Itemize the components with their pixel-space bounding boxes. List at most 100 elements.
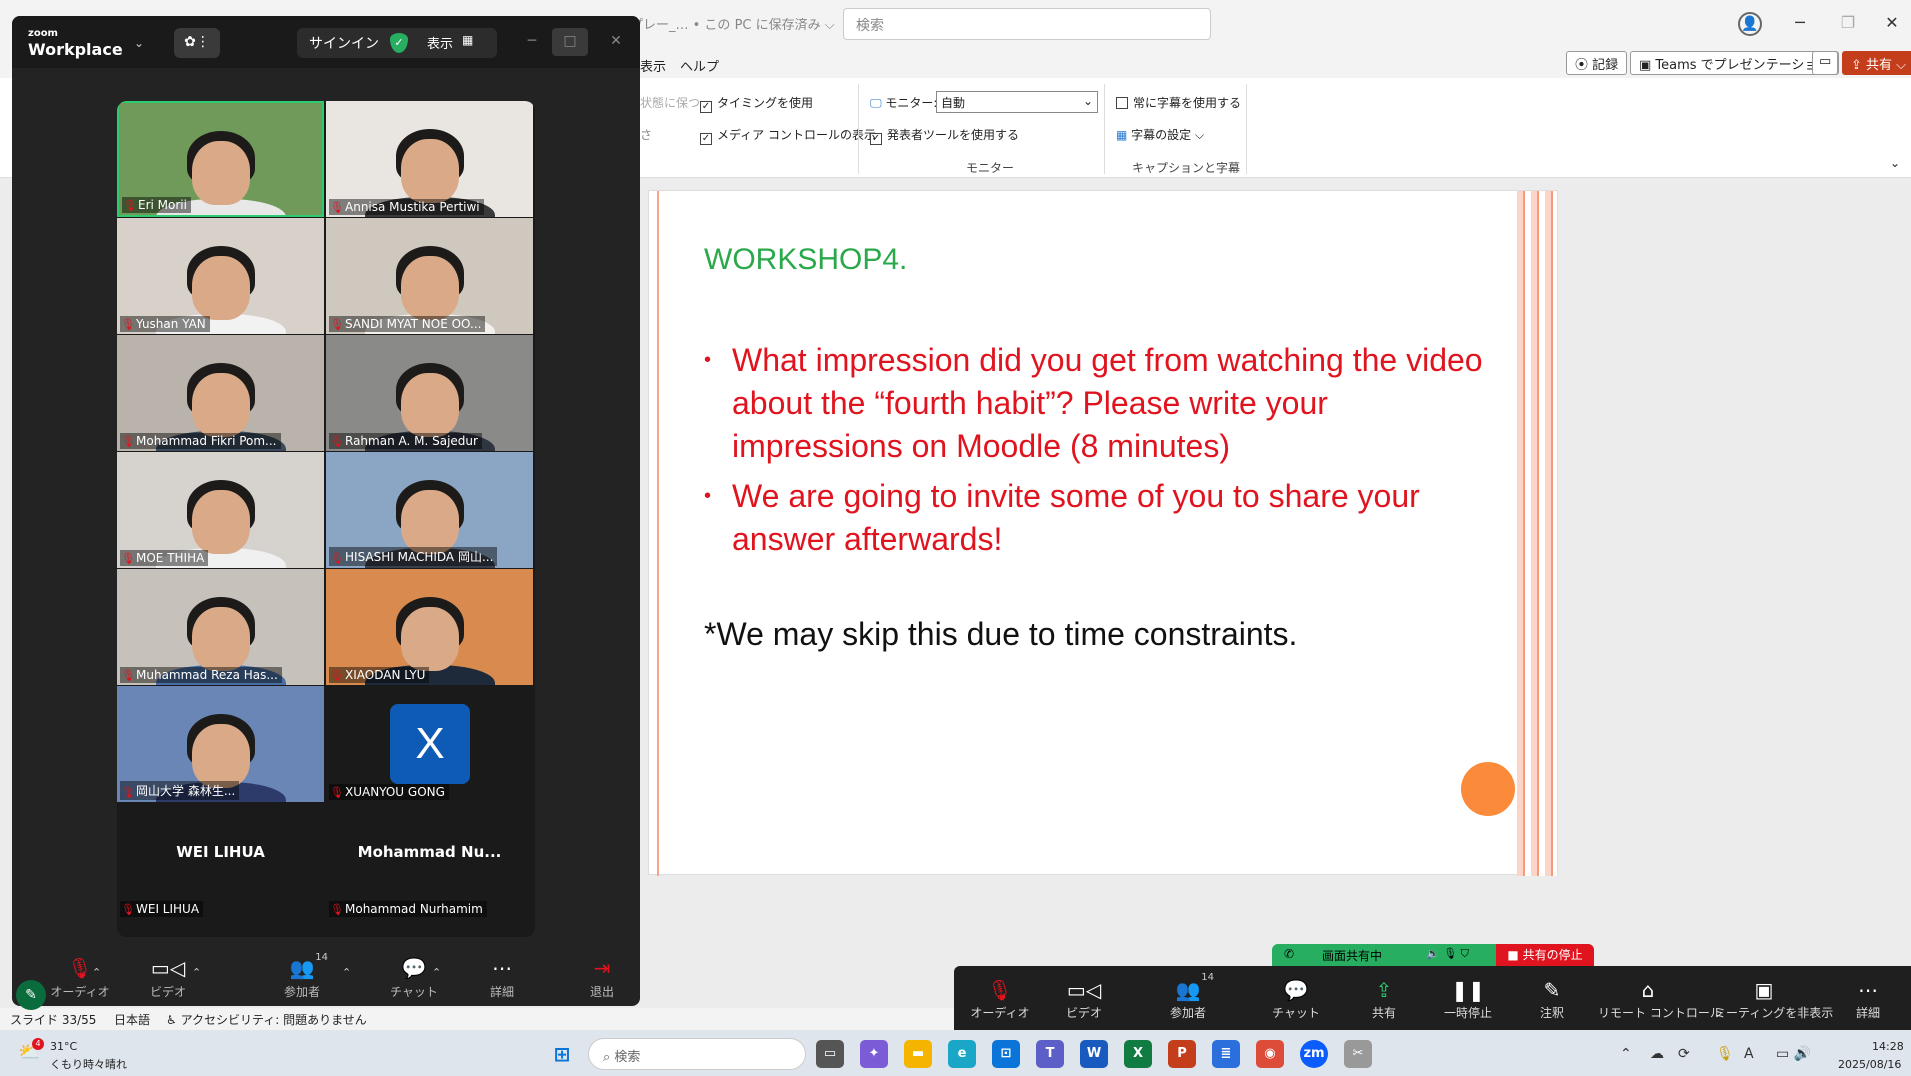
apps-paw-icon[interactable]: ✿⋮ xyxy=(174,28,220,58)
more-button[interactable]: ⋯ 詳細 xyxy=(472,956,532,1000)
participants-button[interactable]: 👥 14 参加者 xyxy=(272,952,332,1000)
media-controls-label: メディア コントロールの表示 xyxy=(717,128,876,142)
keep-state-option[interactable]: 状態に保つ xyxy=(640,94,700,111)
participant-tile[interactable]: X XUANYOU GONG 🎙 xyxy=(326,686,533,802)
windows-start-icon[interactable]: ⊞ xyxy=(548,1040,576,1068)
participant-tile[interactable]: XIAODAN LYU 🎙 xyxy=(326,569,533,685)
caption-settings-label: 字幕の設定 ⌵ xyxy=(1131,128,1205,142)
clock-date[interactable]: 2025/08/16 xyxy=(1838,1058,1901,1071)
bullet-dot-icon: • xyxy=(704,349,712,371)
snipping-tool-icon[interactable]: ✂ xyxy=(1344,1040,1372,1068)
participants-options-caret-icon[interactable]: ⌃ xyxy=(342,966,351,979)
participant-tile[interactable]: 岡山大学 森林生... 🎙 xyxy=(117,686,324,802)
media-controls-checkbox[interactable]: ✓ メディア コントロールの表示 xyxy=(700,126,876,145)
annotate-pencil-icon[interactable]: ✎ xyxy=(16,980,46,1010)
always-captions-checkbox[interactable]: 常に字幕を使用する xyxy=(1116,94,1241,111)
chevron-down-icon: ⌄ xyxy=(1082,94,1093,108)
network-volume-icon[interactable]: ▭ 🔊 xyxy=(1776,1046,1811,1062)
participant-tile[interactable]: Eri Morii 🎙 xyxy=(117,101,324,217)
stop-share-button[interactable]: ■ 共有の停止 xyxy=(1496,944,1594,966)
captions-group-label: キャプションと字幕 xyxy=(1132,161,1241,175)
sync-icon[interactable]: ⟳ xyxy=(1678,1046,1690,1062)
minimize-button[interactable]: ─ xyxy=(514,28,550,56)
mic-tray-icon[interactable]: 🎙 xyxy=(1716,1046,1734,1062)
participant-name: Muhammad Reza Has... xyxy=(120,667,282,683)
ribbon-collapse-icon[interactable]: ⌄ xyxy=(1890,156,1900,170)
share-chat-button[interactable]: 💬 チャット xyxy=(1246,978,1346,1021)
zoom-app-icon[interactable]: zm xyxy=(1300,1040,1328,1068)
slide-canvas[interactable]: WORKSHOP4. • What impression did you get … xyxy=(648,190,1558,876)
participant-tile[interactable]: Annisa Mustika Pertiwi 🎙 xyxy=(326,101,533,217)
view-button[interactable]: 表示 xyxy=(427,33,453,52)
hide-meeting-button[interactable]: ▣ ミーティングを非表示 xyxy=(1714,978,1833,1021)
participant-tile[interactable]: Mohammad Fikri Pom... 🎙 xyxy=(117,335,324,451)
cloud-icon[interactable]: ☁ xyxy=(1650,1046,1664,1062)
annotate-button[interactable]: ✎ 注釈 xyxy=(1502,978,1602,1021)
restore-button[interactable]: ❐ xyxy=(1828,8,1868,40)
task-view-icon[interactable]: ▭ xyxy=(816,1040,844,1068)
teams-present-button[interactable]: ▣ Teams でプレゼンテーション xyxy=(1630,51,1840,75)
hide-meeting-label: ミーティングを非表示 xyxy=(1714,1006,1834,1020)
ime-icon[interactable]: A xyxy=(1744,1046,1754,1062)
tray-overflow-icon[interactable]: ⌃ xyxy=(1620,1046,1632,1062)
caption-settings-button[interactable]: ▦ 字幕の設定 ⌵ xyxy=(1116,126,1204,143)
mic-muted-icon: 🎙 xyxy=(121,903,135,916)
file-explorer-icon[interactable]: ▬ xyxy=(904,1040,932,1068)
slide-note: *We may skip this due to time constraint… xyxy=(704,616,1298,652)
mic-muted-icon: 🎙 xyxy=(121,435,135,448)
audio-options-caret-icon[interactable]: ⌃ xyxy=(92,966,101,979)
always-captions-label: 常に字幕を使用する xyxy=(1133,96,1242,110)
chrome-icon[interactable]: ◉ xyxy=(1256,1040,1284,1068)
video-button[interactable]: ▭◁ ビデオ xyxy=(138,956,198,1000)
remote-control-button[interactable]: ⌂ リモート コントロール xyxy=(1598,978,1722,1021)
participant-tile[interactable]: Yushan YAN 🎙 xyxy=(117,218,324,334)
taskbar-search[interactable]: ⌕ 検索 xyxy=(588,1038,806,1070)
participant-tile[interactable]: Muhammad Reza Has... 🎙 xyxy=(117,569,324,685)
store-icon[interactable]: ⊡ xyxy=(992,1040,1020,1068)
close-button[interactable]: ✕ xyxy=(598,28,634,56)
word-icon[interactable]: W xyxy=(1080,1040,1108,1068)
participant-face xyxy=(191,607,250,671)
teams-icon[interactable]: T xyxy=(1036,1040,1064,1068)
teams-label: Teams でプレゼンテーション xyxy=(1655,58,1831,73)
timing-checkbox[interactable]: ✓ タイミングを使用 xyxy=(700,94,813,113)
maximize-button[interactable]: □ xyxy=(552,28,588,56)
participant-tile[interactable]: MOE THIHA 🎙 xyxy=(117,452,324,568)
chevron-down-icon[interactable]: ⌄ xyxy=(134,36,144,50)
menu-view[interactable]: 表示 xyxy=(640,56,666,75)
presenter-tools-checkbox[interactable]: ✓ 発表者ツールを使用する xyxy=(870,126,1019,145)
share-video-button[interactable]: ▭◁ ビデオ xyxy=(1034,978,1134,1021)
accessibility-status[interactable]: ♿ アクセシビリティ: 問題ありません xyxy=(166,1011,367,1028)
video-options-caret-icon[interactable]: ⌃ xyxy=(192,966,201,979)
clock-time[interactable]: 14:28 xyxy=(1872,1040,1904,1053)
share-participants-button[interactable]: 👥 14 参加者 xyxy=(1138,972,1238,1021)
menu-help[interactable]: ヘルプ xyxy=(680,56,719,75)
chat-options-caret-icon[interactable]: ⌃ xyxy=(432,966,441,979)
share-button[interactable]: ⇪ 共有 ⌵ xyxy=(1842,51,1911,75)
participant-tile[interactable]: HISASHI MACHIDA 岡山... 🎙 xyxy=(326,452,533,568)
monitor-select[interactable]: 自動 ⌄ xyxy=(936,91,1098,113)
document-name[interactable]: プレー_… • この PC に保存済み ⌵ xyxy=(630,14,835,33)
copilot-icon[interactable]: ✦ xyxy=(860,1040,888,1068)
bullet-dot-icon: • xyxy=(704,485,712,507)
record-button[interactable]: ⦿ 記録 xyxy=(1566,51,1628,75)
grid-icon[interactable]: ▦ xyxy=(462,33,473,47)
close-button[interactable]: ✕ xyxy=(1872,8,1911,40)
participant-tile[interactable]: SANDI MYAT NOE OO... 🎙 xyxy=(326,218,533,334)
participant-tile[interactable]: WEI LIHUA WEI LIHUA 🎙 xyxy=(117,803,324,919)
powerpoint-icon[interactable]: P xyxy=(1168,1040,1196,1068)
comments-button[interactable]: ▭ xyxy=(1812,51,1839,75)
edge-icon[interactable]: e xyxy=(948,1040,976,1068)
minimize-button[interactable]: ─ xyxy=(1780,8,1820,40)
notepad-icon[interactable]: ≣ xyxy=(1212,1040,1240,1068)
excel-icon[interactable]: X xyxy=(1124,1040,1152,1068)
ppt-search-input[interactable]: 検索 xyxy=(843,8,1211,40)
leave-button[interactable]: ⇥ 退出 xyxy=(572,956,632,1000)
slide-counter: スライド 33/55 xyxy=(10,1013,97,1027)
user-icon[interactable]: 👤 xyxy=(1738,12,1762,36)
participant-tile[interactable]: Rahman A. M. Sajedur 🎙 xyxy=(326,335,533,451)
signin-button[interactable]: サインイン xyxy=(309,33,379,53)
language-indicator[interactable]: 日本語 xyxy=(114,1011,150,1028)
participant-tile[interactable]: Mohammad Nu... Mohammad Nurhamim 🎙 xyxy=(326,803,533,919)
share-more-button[interactable]: ⋯ 詳細 xyxy=(1818,978,1911,1021)
